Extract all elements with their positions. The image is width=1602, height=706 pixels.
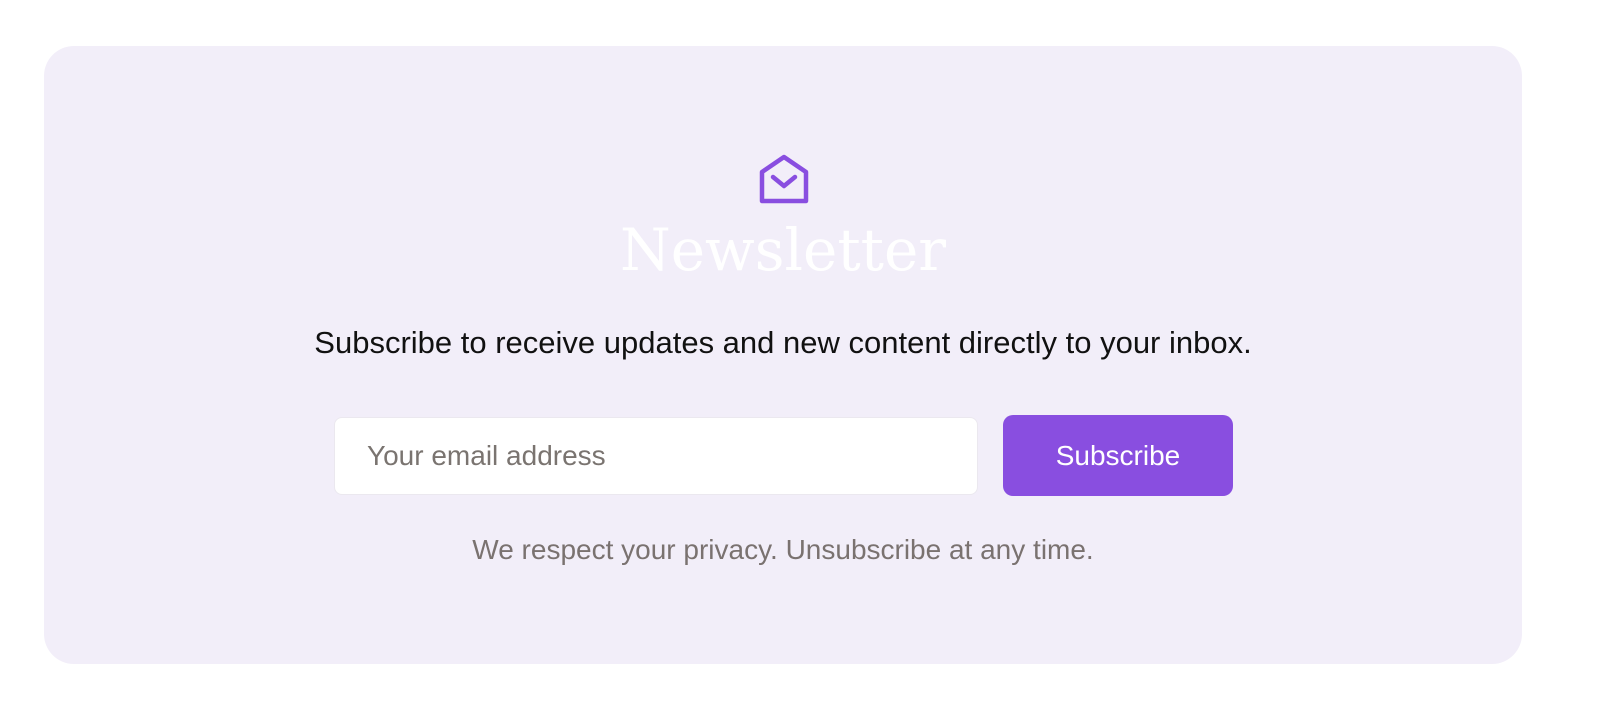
subscribe-button[interactable]: Subscribe — [1003, 415, 1233, 496]
newsletter-title: Newsletter — [619, 216, 947, 284]
newsletter-description: Subscribe to receive updates and new con… — [314, 325, 1252, 360]
email-field[interactable] — [334, 417, 978, 495]
open-envelope-icon — [757, 152, 811, 206]
privacy-note: We respect your privacy. Unsubscribe at … — [472, 534, 1094, 565]
